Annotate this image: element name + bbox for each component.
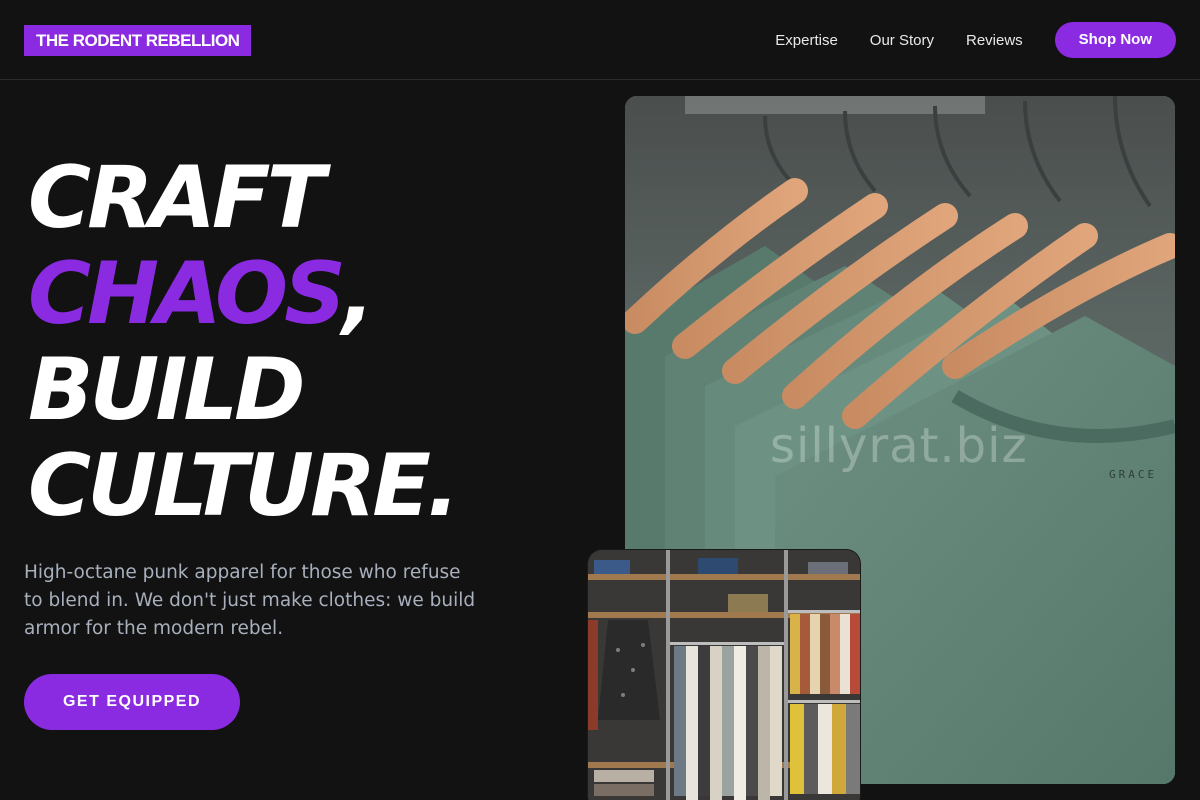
watermark-text: sillyrat.biz — [770, 418, 1028, 474]
headline-accent-word: CHAOS — [28, 244, 346, 344]
headline-comma: , — [342, 244, 375, 344]
secondary-photo-closet — [588, 550, 860, 800]
hero-description: High-octane punk apparel for those who r… — [24, 562, 476, 639]
nav-link-reviews[interactable]: Reviews — [966, 32, 1023, 49]
main-nav: Expertise Our Story Reviews Shop Now — [775, 22, 1176, 58]
nav-link-our-story[interactable]: Our Story — [870, 32, 934, 49]
headline-line-1: CRAFT — [28, 148, 325, 248]
get-equipped-button[interactable]: GET EQUIPPED — [24, 674, 240, 730]
headline-line-3: BUILD — [28, 340, 306, 440]
headline-line-4: CULTURE. — [28, 436, 460, 536]
nav-link-expertise[interactable]: Expertise — [775, 32, 838, 49]
closet-illustration — [588, 550, 860, 800]
hero-headline: CRAFT CHAOS, BUILD CULTURE. — [28, 150, 568, 534]
headline-line-2: CHAOS, — [28, 246, 568, 342]
brand-logo[interactable]: THE RODENT REBELLION — [24, 25, 252, 56]
site-header: THE RODENT REBELLION Expertise Our Story… — [0, 0, 1200, 80]
shirt-tag-label: GRACE — [1109, 468, 1158, 481]
shop-now-button[interactable]: Shop Now — [1054, 22, 1176, 58]
